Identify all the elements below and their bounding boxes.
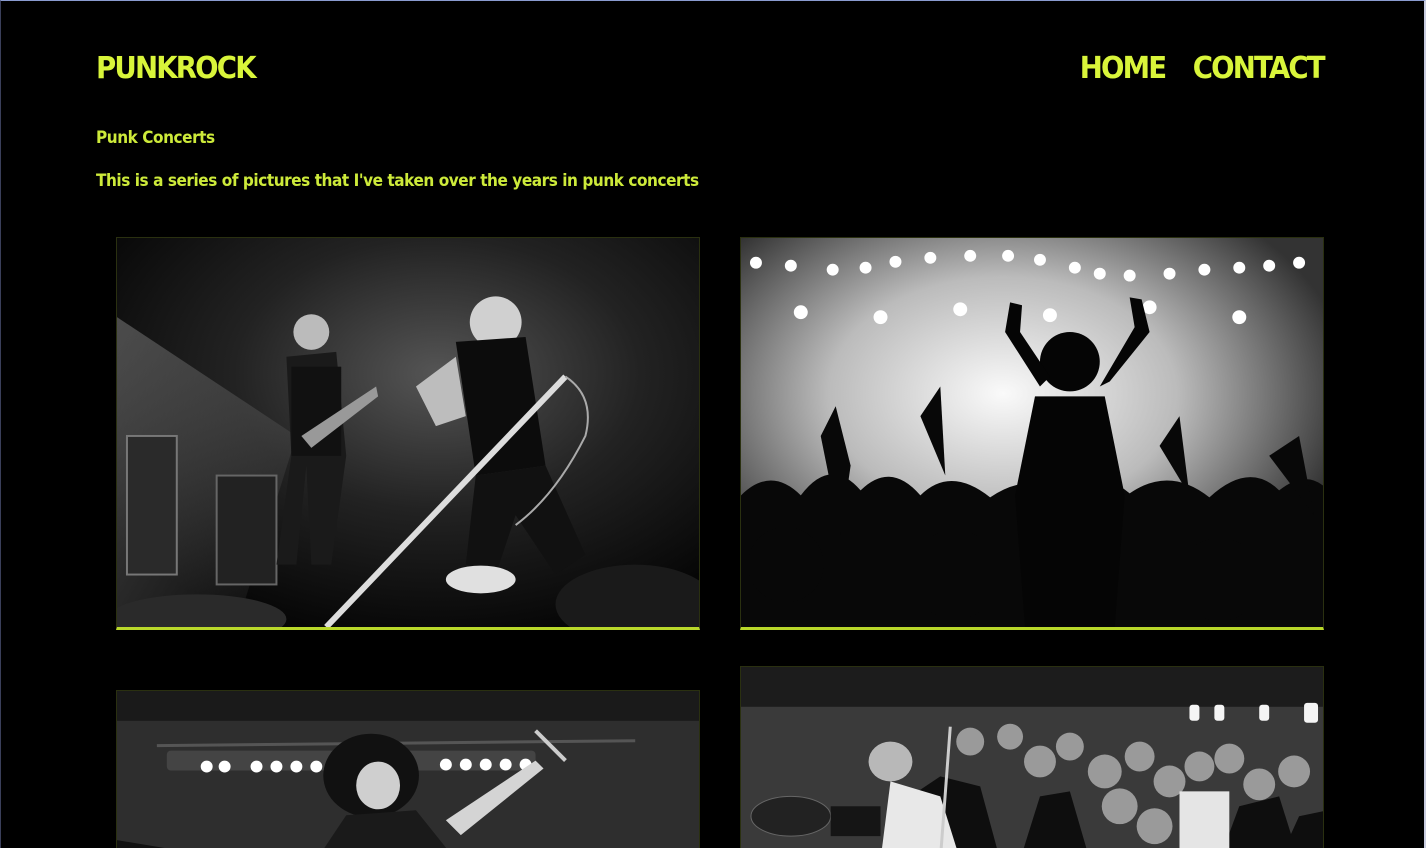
gallery-photo-singer-curly-hair[interactable] — [116, 690, 700, 848]
gallery-photo-club-crowd[interactable] — [740, 666, 1324, 848]
site-logo[interactable]: PUNKROCK — [96, 51, 257, 86]
page-description: This is a series of pictures that I've t… — [96, 171, 699, 191]
page-title: Punk Concerts — [96, 128, 215, 148]
gallery-photo-crowd-hands-up[interactable] — [740, 237, 1324, 630]
nav-contact-link[interactable]: CONTACT — [1192, 51, 1325, 86]
nav-home-link[interactable]: HOME — [1079, 51, 1166, 86]
gallery-photo-band-on-stage[interactable] — [116, 237, 700, 630]
main-nav: HOME CONTACT — [1076, 51, 1329, 86]
